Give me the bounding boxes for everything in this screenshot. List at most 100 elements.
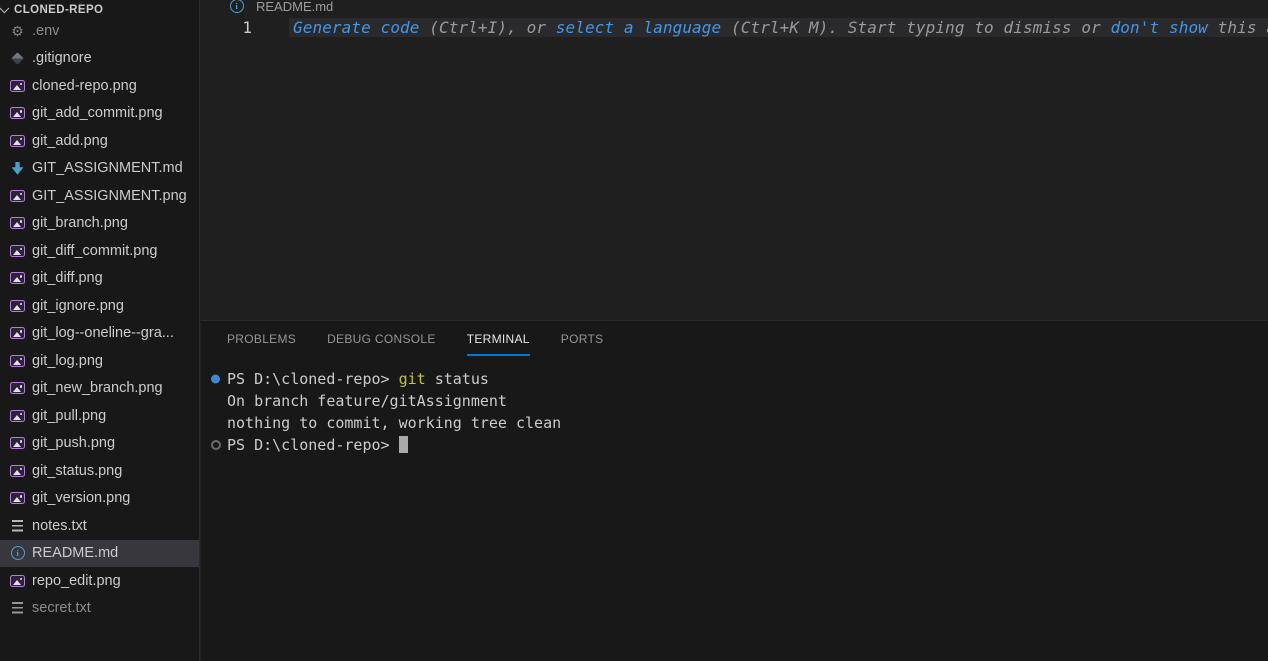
image-icon (9, 133, 26, 149)
file-name-label: secret.txt (32, 600, 91, 616)
file-item-git-log-oneline-gra-[interactable]: git_log--oneline--gra... (0, 320, 199, 348)
file-item-git-pull-png[interactable]: git_pull.png (0, 402, 199, 430)
explorer-section-label: CLONED-REPO (14, 4, 103, 14)
file-item-git-diff-commit-png[interactable]: git_diff_commit.png (0, 237, 199, 265)
file-item-git-assignment-md[interactable]: GIT_ASSIGNMENT.md (0, 155, 199, 183)
terminal-cursor (399, 436, 408, 453)
text-icon (9, 518, 26, 534)
image-icon (9, 435, 26, 451)
image-icon (9, 270, 26, 286)
ghost-text-link[interactable]: select a language (556, 18, 721, 37)
chevron-down-icon (0, 3, 9, 13)
file-item-git-assignment-png[interactable]: GIT_ASSIGNMENT.png (0, 182, 199, 210)
file-name-label: git_diff_commit.png (32, 243, 157, 259)
info-icon (9, 545, 26, 561)
file-item-git-version-png[interactable]: git_version.png (0, 485, 199, 513)
panel-tab-problems[interactable]: PROBLEMS (227, 321, 296, 356)
file-item-git-new-branch-png[interactable]: git_new_branch.png (0, 375, 199, 403)
file-name-label: git_log--oneline--gra... (32, 325, 174, 341)
breadcrumb-file-label: README.md (256, 0, 333, 13)
file-name-label: git_branch.png (32, 215, 128, 231)
ghost-text-plain: (Ctrl+K M). Start typing to dismiss or (721, 18, 1110, 37)
editor-pane[interactable]: README.md 1 Generate code (Ctrl+I), or s… (201, 0, 1268, 320)
file-name-label: notes.txt (32, 518, 87, 534)
terminal-text: status (426, 370, 489, 388)
file-item-git-status-png[interactable]: git_status.png (0, 457, 199, 485)
command-prompt-decoration-icon[interactable] (211, 440, 221, 450)
file-list: .env .gitignore cloned-repo.png git_add_… (0, 17, 199, 622)
terminal-line: nothing to commit, working tree clean (227, 412, 1268, 434)
file-name-label: git_add_commit.png (32, 105, 163, 121)
image-icon (9, 573, 26, 589)
file-name-label: git_version.png (32, 490, 130, 506)
image-icon (9, 215, 26, 231)
gear-icon (9, 23, 26, 39)
markdown-icon (9, 160, 26, 176)
image-icon (9, 105, 26, 121)
file-item--env[interactable]: .env (0, 17, 199, 45)
panel-tab-ports[interactable]: PORTS (561, 321, 604, 356)
ghost-text-link[interactable]: Generate code (293, 18, 420, 37)
file-name-label: git_add.png (32, 133, 108, 149)
panel-tab-terminal[interactable]: TERMINAL (467, 321, 530, 356)
ghost-text-plain: this ag (1208, 18, 1268, 37)
file-name-label: git_log.png (32, 353, 103, 369)
image-icon (9, 490, 26, 506)
file-name-label: git_pull.png (32, 408, 106, 424)
panel-tabs: PROBLEMS DEBUG CONSOLE TERMINAL PORTS (201, 321, 1268, 356)
file-item-notes-txt[interactable]: notes.txt (0, 512, 199, 540)
image-icon (9, 188, 26, 204)
file-name-label: .env (32, 23, 59, 39)
file-name-label: git_new_branch.png (32, 380, 163, 396)
file-item-git-ignore-png[interactable]: git_ignore.png (0, 292, 199, 320)
file-item-cloned-repo-png[interactable]: cloned-repo.png (0, 72, 199, 100)
line-number: 1 (201, 18, 252, 37)
breadcrumb[interactable]: README.md (201, 0, 1268, 13)
text-icon (9, 600, 26, 616)
image-icon (9, 325, 26, 341)
file-item-git-add-commit-png[interactable]: git_add_commit.png (0, 100, 199, 128)
file-item-git-diff-png[interactable]: git_diff.png (0, 265, 199, 293)
image-icon (9, 243, 26, 259)
panel-tab-debug-console[interactable]: DEBUG CONSOLE (327, 321, 436, 356)
ghost-text-plain: (Ctrl+I), or (420, 18, 556, 37)
explorer-section-header[interactable]: CLONED-REPO (0, 0, 199, 14)
terminal-line: On branch feature/gitAssignment (227, 390, 1268, 412)
file-item--gitignore[interactable]: .gitignore (0, 45, 199, 73)
file-item-git-add-png[interactable]: git_add.png (0, 127, 199, 155)
image-icon (9, 408, 26, 424)
ghost-text: Generate code (Ctrl+I), or select a lang… (289, 18, 1268, 37)
file-name-label: git_diff.png (32, 270, 103, 286)
image-icon (9, 463, 26, 479)
ghost-text-link[interactable]: don't show (1111, 18, 1208, 37)
terminal-text: On branch feature/gitAssignment (227, 392, 507, 410)
file-item-git-log-png[interactable]: git_log.png (0, 347, 199, 375)
file-name-label: repo_edit.png (32, 573, 121, 589)
file-name-label: GIT_ASSIGNMENT.png (32, 188, 187, 204)
terminal-output[interactable]: PS D:\cloned-repo> git status On branch f… (201, 368, 1268, 456)
editor-line-1[interactable]: 1 Generate code (Ctrl+I), or select a la… (201, 16, 1268, 38)
terminal-line: PS D:\cloned-repo> git status (227, 368, 1268, 390)
file-item-secret-txt[interactable]: secret.txt (0, 595, 199, 623)
diamond-icon (9, 50, 26, 66)
terminal-line: PS D:\cloned-repo> (227, 434, 1268, 456)
file-name-label: git_ignore.png (32, 298, 124, 314)
image-icon (9, 78, 26, 94)
terminal-text: PS D:\cloned-repo> (227, 436, 399, 454)
bottom-panel: PROBLEMS DEBUG CONSOLE TERMINAL PORTS PS D:… (201, 320, 1268, 661)
file-name-label: git_status.png (32, 463, 122, 479)
command-success-decoration-icon[interactable] (211, 375, 220, 384)
file-item-repo-edit-png[interactable]: repo_edit.png (0, 567, 199, 595)
terminal-text: PS D:\cloned-repo> (227, 370, 399, 388)
file-item-git-push-png[interactable]: git_push.png (0, 430, 199, 458)
info-icon (228, 0, 245, 13)
file-name-label: cloned-repo.png (32, 78, 137, 94)
file-item-git-branch-png[interactable]: git_branch.png (0, 210, 199, 238)
image-icon (9, 380, 26, 396)
image-icon (9, 298, 26, 314)
terminal-text: nothing to commit, working tree clean (227, 414, 561, 432)
file-name-label: README.md (32, 545, 118, 561)
file-name-label: git_push.png (32, 435, 115, 451)
file-item-readme-md[interactable]: README.md (0, 540, 199, 568)
terminal-command-text: git (399, 370, 426, 388)
